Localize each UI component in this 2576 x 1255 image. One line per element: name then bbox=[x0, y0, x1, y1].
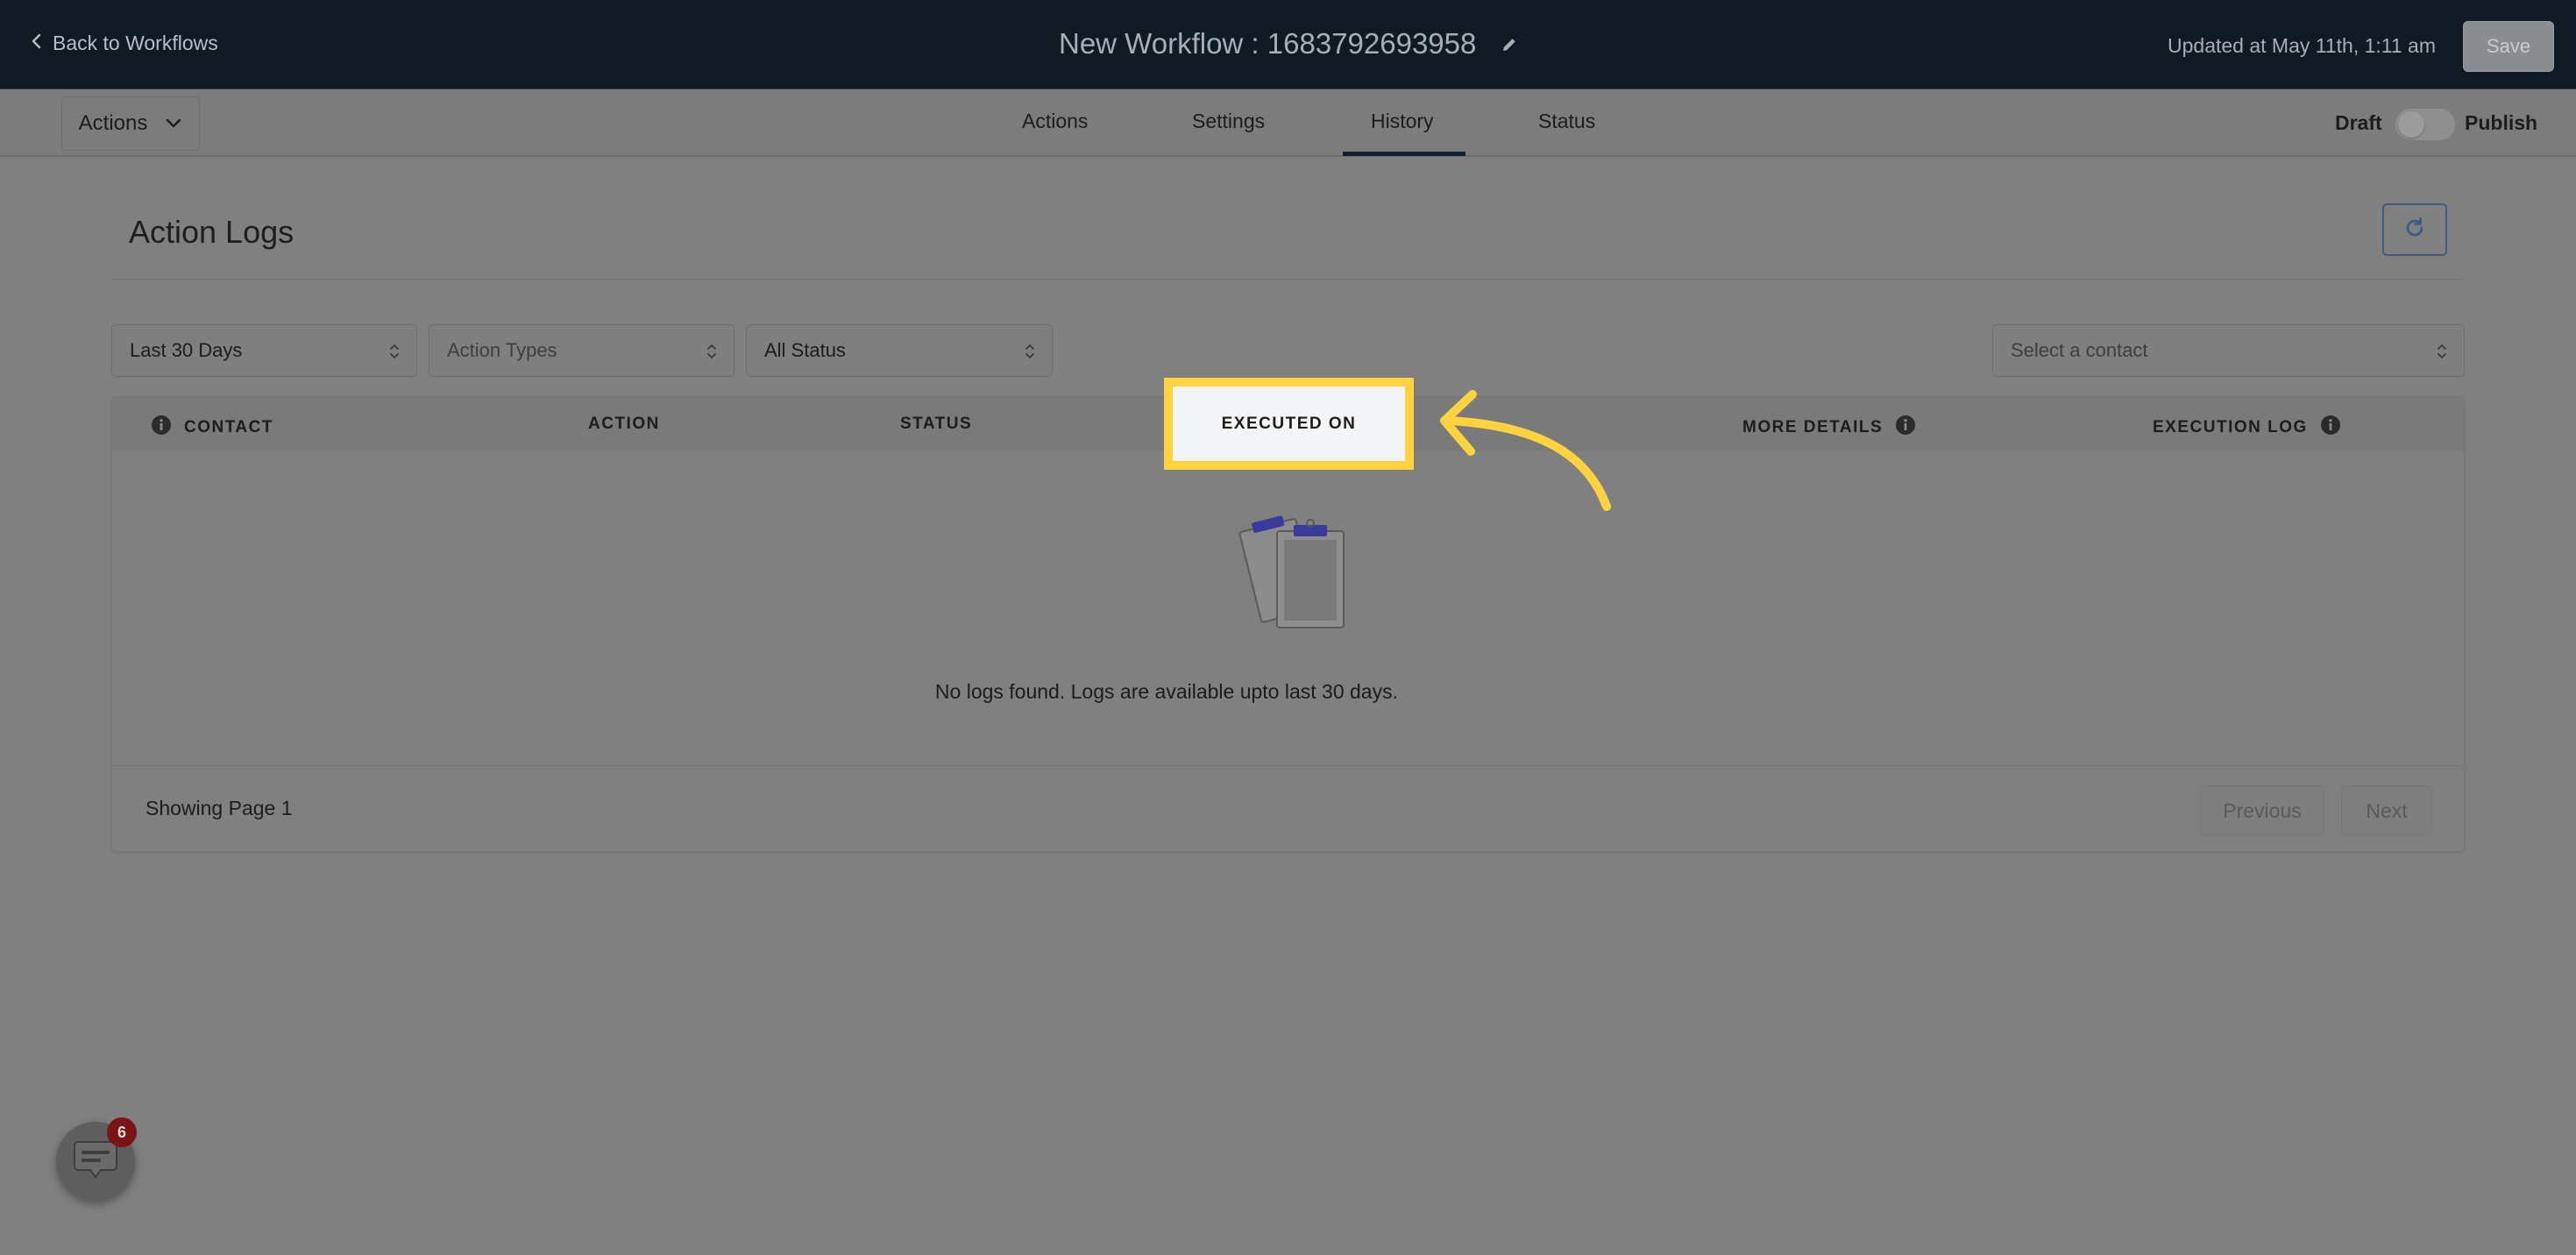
select-chevrons-icon bbox=[2438, 344, 2446, 359]
column-executed-on-label: EXECUTED ON bbox=[1221, 414, 1357, 433]
select-chevrons-icon bbox=[1025, 344, 1034, 359]
pointer-arrow-icon bbox=[1440, 390, 1611, 511]
action-types-select[interactable]: Action Types bbox=[429, 324, 734, 377]
date-range-value: Last 30 Days bbox=[130, 339, 243, 361]
next-page-button[interactable]: Next bbox=[2341, 785, 2432, 836]
unread-count-badge: 6 bbox=[107, 1117, 137, 1147]
select-chevrons-icon bbox=[390, 344, 399, 359]
info-icon[interactable] bbox=[1895, 415, 1916, 441]
table-footer-divider bbox=[112, 765, 2464, 766]
top-header: Back to Workflows New Workflow : 1683792… bbox=[0, 0, 2576, 89]
executed-on-column-highlight[interactable]: EXECUTED ON bbox=[1164, 378, 1414, 470]
column-more-details: MORE DETAILS bbox=[1742, 415, 1916, 441]
actions-dropdown-label: Actions bbox=[78, 111, 148, 135]
status-select[interactable]: All Status bbox=[746, 324, 1053, 377]
refresh-button[interactable] bbox=[2382, 203, 2447, 256]
column-more-details-label: MORE DETAILS bbox=[1742, 418, 1884, 436]
contact-placeholder: Select a contact bbox=[2011, 339, 2148, 361]
active-tab-indicator bbox=[1343, 152, 1465, 156]
publish-label: Publish bbox=[2465, 111, 2538, 134]
back-link-label: Back to Workflows bbox=[53, 32, 218, 54]
date-range-select[interactable]: Last 30 Days bbox=[111, 324, 417, 377]
updated-at-text: Updated at May 11th, 1:11 am bbox=[2168, 34, 2436, 57]
tab-actions[interactable]: Actions bbox=[1022, 110, 1088, 133]
previous-page-button[interactable]: Previous bbox=[2200, 785, 2324, 836]
info-icon[interactable] bbox=[2320, 415, 2341, 441]
column-execution-log-label: EXECUTION LOG bbox=[2153, 418, 2308, 436]
tab-status[interactable]: Status bbox=[1538, 110, 1595, 133]
column-execution-log: EXECUTION LOG bbox=[2153, 415, 2341, 441]
workflow-nav-bar: Actions Actions Settings History Status … bbox=[0, 90, 2576, 157]
workflow-title-group: New Workflow : 1683792693958 bbox=[1059, 27, 1518, 60]
column-action-label: ACTION bbox=[588, 415, 660, 433]
toggle-knob bbox=[2398, 111, 2424, 138]
refresh-icon bbox=[2402, 216, 2427, 245]
publish-toggle[interactable] bbox=[2395, 109, 2455, 140]
status-value: All Status bbox=[764, 339, 846, 361]
contact-select[interactable]: Select a contact bbox=[1992, 324, 2465, 377]
draft-label: Draft bbox=[2335, 111, 2382, 134]
pagination-status: Showing Page 1 bbox=[145, 797, 293, 819]
back-to-workflows-link[interactable]: Back to Workflows bbox=[30, 32, 218, 55]
heading-divider bbox=[111, 279, 2465, 280]
chevron-down-icon bbox=[165, 111, 182, 136]
action-types-placeholder: Action Types bbox=[447, 339, 557, 361]
info-icon[interactable] bbox=[151, 415, 172, 441]
tab-settings[interactable]: Settings bbox=[1192, 110, 1265, 133]
column-contact-label: CONTACT bbox=[184, 418, 273, 436]
tab-history[interactable]: History bbox=[1371, 110, 1434, 133]
save-button[interactable]: Save bbox=[2463, 21, 2554, 72]
column-action: ACTION bbox=[588, 415, 660, 434]
column-status: STATUS bbox=[900, 415, 972, 434]
pencil-icon[interactable] bbox=[1501, 27, 1518, 60]
page-title: Action Logs bbox=[129, 214, 295, 250]
column-status-label: STATUS bbox=[900, 415, 973, 433]
select-chevrons-icon bbox=[707, 344, 716, 359]
chevron-left-icon bbox=[30, 32, 44, 55]
empty-clipboards-illustration bbox=[1230, 507, 1361, 629]
column-contact: CONTACT bbox=[151, 415, 273, 441]
actions-dropdown[interactable]: Actions bbox=[61, 96, 200, 151]
workflow-title: New Workflow : 1683792693958 bbox=[1059, 27, 1477, 60]
empty-state-message: No logs found. Logs are available upto l… bbox=[934, 680, 1398, 703]
